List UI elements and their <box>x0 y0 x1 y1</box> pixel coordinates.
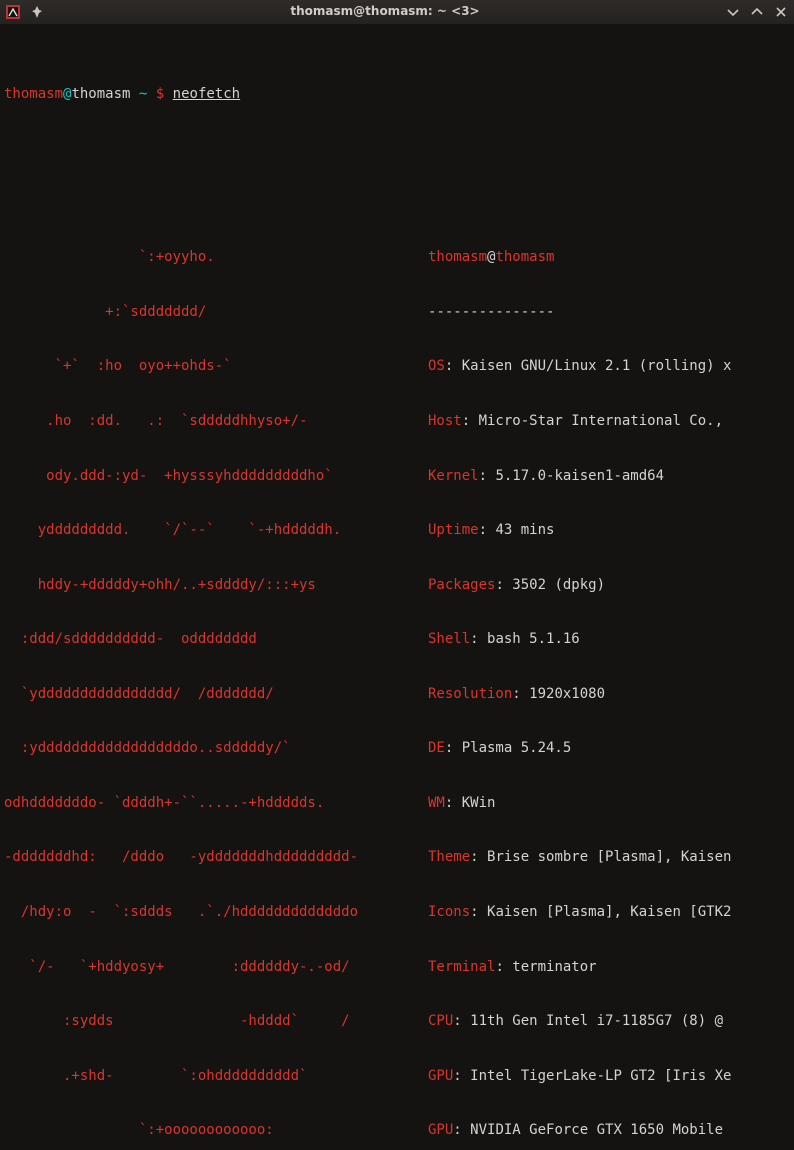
terminal-output[interactable]: thomasm@thomasm ~ $ neofetch `:+oyyho. +… <box>0 24 794 1150</box>
typed-command: neofetch <box>173 86 240 102</box>
maximize-icon[interactable] <box>750 5 764 19</box>
info-row: Resolution: 1920x1080 <box>428 685 731 703</box>
neofetch-divider: --------------- <box>428 303 731 321</box>
pin-icon[interactable] <box>30 5 44 19</box>
info-row: GPU: Intel TigerLake-LP GT2 [Iris Xe <box>428 1067 731 1085</box>
window-title: thomasm@thomasm: ~ <3> <box>44 4 726 20</box>
info-row: GPU: NVIDIA GeForce GTX 1650 Mobile <box>428 1121 731 1139</box>
minimize-icon[interactable] <box>726 5 740 19</box>
app-menu-icon[interactable] <box>6 5 20 19</box>
info-row: Shell: bash 5.1.16 <box>428 630 731 648</box>
info-row: DE: Plasma 5.24.5 <box>428 739 731 757</box>
prompt-user: thomasm <box>4 86 63 102</box>
prompt-path: ~ <box>139 86 147 102</box>
info-row: Icons: Kaisen [Plasma], Kaisen [GTK2 <box>428 903 731 921</box>
info-row: CPU: 11th Gen Intel i7-1185G7 (8) @ <box>428 1012 731 1030</box>
info-row: Uptime: 43 mins <box>428 521 731 539</box>
close-icon[interactable] <box>774 5 788 19</box>
window-titlebar: thomasm@thomasm: ~ <3> <box>0 0 794 24</box>
info-row: Terminal: terminator <box>428 958 731 976</box>
info-row: Kernel: 5.17.0-kaisen1-amd64 <box>428 467 731 485</box>
info-row: Host: Micro-Star International Co., <box>428 412 731 430</box>
prompt-host: thomasm <box>71 86 130 102</box>
info-row: OS: Kaisen GNU/Linux 2.1 (rolling) x <box>428 357 731 375</box>
prompt-dollar: $ <box>156 86 164 102</box>
info-row: WM: KWin <box>428 794 731 812</box>
neofetch-header: thomasm@thomasm <box>428 248 731 266</box>
info-row: Theme: Brise sombre [Plasma], Kaisen <box>428 848 731 866</box>
info-row: Packages: 3502 (dpkg) <box>428 576 731 594</box>
ascii-logo: `:+oyyho. +:`sddddddd/ `+` :ho oyo++ohds… <box>4 212 424 1150</box>
prompt-line: thomasm@thomasm ~ $ neofetch <box>4 85 790 103</box>
system-info: thomasm@thomasm --------------- OS: Kais… <box>424 212 731 1150</box>
